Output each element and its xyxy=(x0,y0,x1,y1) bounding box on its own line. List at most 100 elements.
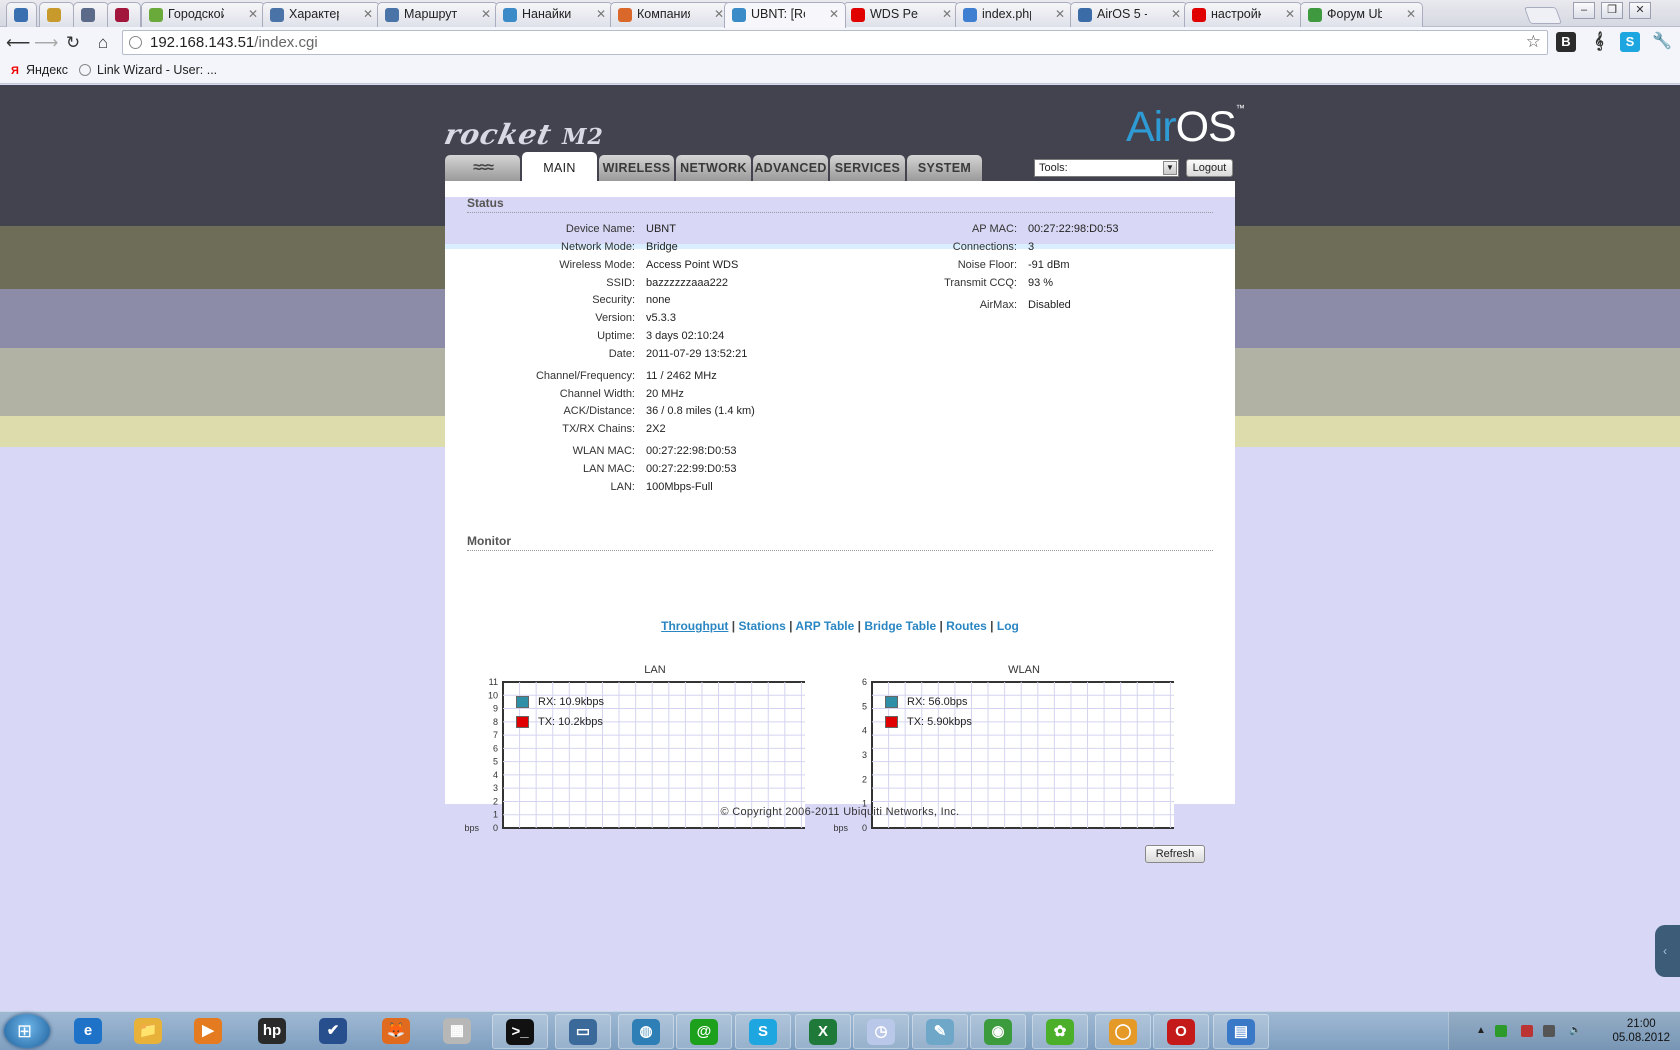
tab-close-icon[interactable]: ✕ xyxy=(829,7,839,21)
new-tab-button[interactable] xyxy=(1523,7,1563,24)
taskbar-button[interactable]: ▭ xyxy=(555,1014,611,1049)
browser-tab[interactable]: Компания Ай ✕ xyxy=(610,2,731,27)
tab-close-icon[interactable]: ✕ xyxy=(1285,7,1295,21)
minimize-button[interactable]: – xyxy=(1573,2,1595,19)
status-left-value: 00:27:22:99:D0:53 xyxy=(646,463,737,475)
taskbar-button[interactable]: 🦊 xyxy=(369,1014,425,1049)
bookmark-link-wizard[interactable]: Link Wizard - User: ... xyxy=(79,63,217,77)
tab-services[interactable]: SERVICES xyxy=(830,155,905,181)
taskbar-button[interactable]: ◷ xyxy=(853,1014,909,1049)
tools-select[interactable]: Tools: ▼ xyxy=(1034,159,1179,177)
taskbar-button[interactable]: ✔ xyxy=(306,1014,362,1049)
taskbar-button[interactable]: ◯ xyxy=(1095,1014,1151,1049)
taskbar-button[interactable]: ◍ xyxy=(618,1014,674,1049)
maximize-button[interactable]: ❐ xyxy=(1601,2,1623,19)
yandex-icon xyxy=(851,8,865,22)
tab-system[interactable]: SYSTEM xyxy=(907,155,982,181)
address-bar[interactable]: 192.168.143.51/index.cgi ☆ xyxy=(122,30,1548,55)
tab-close-icon[interactable]: ✕ xyxy=(248,7,258,21)
legend-swatch xyxy=(885,716,898,728)
copyright-text: © Copyright 2006-2011 Ubiquiti Networks,… xyxy=(720,806,960,818)
tray-antivirus-icon[interactable] xyxy=(1521,1025,1533,1037)
tab-network[interactable]: NETWORK xyxy=(676,155,751,181)
tab-close-icon[interactable]: ✕ xyxy=(1406,7,1416,21)
skype-extension-icon[interactable]: S xyxy=(1620,32,1640,52)
monitor-link-throughput[interactable]: Throughput xyxy=(661,619,728,633)
home-button[interactable]: ⌂ xyxy=(92,32,114,54)
status-left-label: SSID: xyxy=(606,277,635,289)
tab-close-icon[interactable]: ✕ xyxy=(596,7,606,21)
browser-tab[interactable]: UBNT: [Rocke ✕ xyxy=(724,2,846,28)
tab-advanced[interactable]: ADVANCED xyxy=(753,155,828,181)
taskbar-button[interactable]: ▶ xyxy=(181,1014,237,1049)
music-extension-icon[interactable]: 𝄞 xyxy=(1589,32,1609,52)
browser-tab[interactable]: WDS Peers — ✕ xyxy=(843,2,959,27)
tab-close-icon[interactable]: ✕ xyxy=(1055,7,1065,21)
taskbar-button[interactable]: X xyxy=(795,1014,851,1049)
taskbar-button[interactable]: e xyxy=(61,1014,117,1049)
taskbar-button[interactable]: S xyxy=(735,1014,791,1049)
taskbar-button[interactable]: hp xyxy=(245,1014,301,1049)
monitor-link-log[interactable]: Log xyxy=(997,619,1019,633)
close-window-button[interactable]: ✕ xyxy=(1629,2,1651,19)
y-tick-label: 6 xyxy=(862,678,867,687)
lan-chart-title: LAN xyxy=(644,664,666,676)
tab-close-icon[interactable]: ✕ xyxy=(1171,7,1181,21)
side-panel-handle[interactable]: ‹ xyxy=(1655,925,1680,977)
taskbar-button[interactable]: 📁 xyxy=(121,1014,177,1049)
tray-expand-icon[interactable]: ▲ xyxy=(1475,1025,1487,1037)
monitor-link-arp-table[interactable]: ARP Table xyxy=(795,619,854,633)
forward-button[interactable]: ⟶ xyxy=(34,32,58,54)
tab-close-icon[interactable]: ✕ xyxy=(363,7,373,21)
logout-button[interactable]: Logout xyxy=(1186,159,1233,177)
monitor-link-bridge-table[interactable]: Bridge Table xyxy=(864,619,936,633)
browser-tab[interactable]: настройка ro ✕ xyxy=(1184,2,1302,27)
tab-close-icon[interactable]: ✕ xyxy=(481,7,491,21)
taskbar-button[interactable]: ✎ xyxy=(912,1014,968,1049)
taskbar-button[interactable]: O xyxy=(1153,1014,1209,1049)
reload-button[interactable]: ↻ xyxy=(62,32,84,54)
vk-extension-icon[interactable]: B xyxy=(1556,32,1576,52)
ubiquiti-logo-icon: ≈≈≈ xyxy=(473,159,494,176)
taskbar-clock[interactable]: 21:00 05.08.2012 xyxy=(1612,1017,1670,1045)
tab-close-icon[interactable]: ✕ xyxy=(942,7,952,21)
monitor-link-routes[interactable]: Routes xyxy=(946,619,987,633)
tab-ubiquiti-logo[interactable]: ≈≈≈ xyxy=(445,155,520,181)
tray-volume-icon[interactable]: 🔈 xyxy=(1569,1025,1581,1037)
browser-tab[interactable]: AirOS 5 - Ubiq ✕ xyxy=(1070,2,1188,27)
taskbar-button[interactable]: ▤ xyxy=(1213,1014,1269,1049)
wrench-menu-icon[interactable]: 🔧 xyxy=(1652,32,1672,52)
browser-tab[interactable]: Маршрутизат ✕ xyxy=(377,2,498,27)
browser-tab[interactable] xyxy=(73,2,109,27)
tray-network-icon[interactable] xyxy=(1543,1025,1555,1037)
taskbar-button[interactable]: @ xyxy=(676,1014,732,1049)
taskbar-button[interactable]: >_ xyxy=(492,1014,548,1049)
legend-swatch xyxy=(516,716,529,728)
tab-wireless[interactable]: WIRELESS xyxy=(599,155,674,181)
tab-close-icon[interactable]: ✕ xyxy=(714,7,724,21)
back-button[interactable]: ⟵ xyxy=(6,32,30,54)
browser-tab[interactable] xyxy=(39,2,74,27)
browser-tab[interactable] xyxy=(107,2,141,27)
tab-main[interactable]: MAIN xyxy=(522,152,597,181)
monitor-link-stations[interactable]: Stations xyxy=(738,619,785,633)
taskbar-button[interactable]: ✿ xyxy=(1032,1014,1088,1049)
browser-tab[interactable] xyxy=(6,2,37,27)
page-info-icon[interactable] xyxy=(129,36,142,49)
taskbar-button[interactable]: ▦ xyxy=(430,1014,486,1049)
tray-flag-icon[interactable] xyxy=(1495,1025,1507,1037)
address-url[interactable]: 192.168.143.51/index.cgi xyxy=(150,34,318,51)
start-button[interactable]: ⊞ xyxy=(4,1014,50,1048)
status-right-value: 00:27:22:98:D0:53 xyxy=(1028,223,1119,235)
browser-tab[interactable]: index.php (81 ✕ xyxy=(955,2,1072,27)
browser-tab[interactable]: Характеристи ✕ xyxy=(262,2,380,27)
browser-tab[interactable]: Нанайки.ру – ✕ xyxy=(495,2,613,27)
chevron-down-icon[interactable]: ▼ xyxy=(1163,161,1177,175)
refresh-button[interactable]: Refresh xyxy=(1145,845,1205,863)
y-tick-label: 4 xyxy=(493,770,498,780)
browser-tab[interactable]: Форум Ubiqu ✕ xyxy=(1300,2,1423,27)
taskbar-button[interactable]: ◉ xyxy=(970,1014,1026,1049)
browser-tab[interactable]: Городской по ✕ xyxy=(141,2,265,27)
bookmark-yandex[interactable]: Я Яндекс xyxy=(8,63,68,77)
bookmark-star-icon[interactable]: ☆ xyxy=(1526,32,1541,52)
